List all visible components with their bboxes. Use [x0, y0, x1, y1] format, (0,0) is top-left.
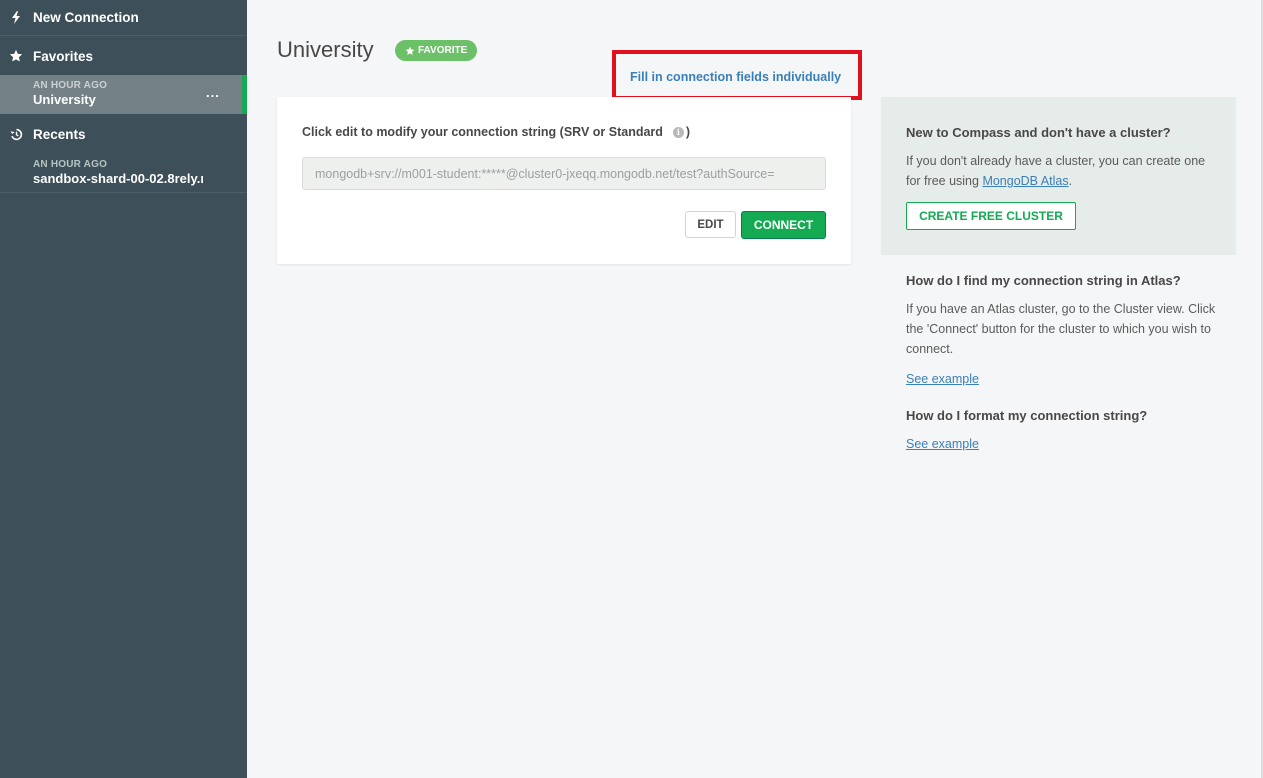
star-icon: [9, 49, 23, 63]
connection-string-label-text: Click edit to modify your connection str…: [302, 125, 663, 139]
recent-item-name: sandbox-shard-00-02.8rely.r: [33, 171, 203, 186]
edit-button[interactable]: EDIT: [685, 211, 736, 238]
new-cluster-panel: New to Compass and don't have a cluster?…: [881, 97, 1236, 255]
bolt-icon: [9, 11, 23, 25]
create-free-cluster-button[interactable]: CREATE FREE CLUSTER: [906, 202, 1076, 230]
find-example-wrap: See example: [906, 369, 1216, 389]
connection-string-label: Click edit to modify your connection str…: [302, 125, 690, 139]
find-heading: How do I find my connection string in At…: [906, 273, 1181, 288]
favorite-badge-label: FAVORITE: [418, 45, 468, 56]
format-heading: How do I format my connection string?: [906, 408, 1148, 423]
recents-header: Recents: [0, 114, 247, 154]
more-options-icon[interactable]: ...: [206, 85, 220, 100]
recent-item-time: AN HOUR AGO: [33, 159, 108, 170]
cluster-text-2: .: [1068, 174, 1073, 188]
new-connection-button[interactable]: New Connection: [0, 0, 247, 36]
format-see-example-link[interactable]: See example: [906, 437, 979, 451]
cluster-text: If you don't already have a cluster, you…: [906, 151, 1216, 191]
connection-string-input[interactable]: mongodb+srv://m001-student:*****@cluster…: [302, 157, 826, 190]
page-title: University: [277, 37, 374, 62]
find-text: If you have an Atlas cluster, go to the …: [906, 302, 1216, 356]
star-icon: [405, 46, 415, 55]
recents-label: Recents: [33, 126, 86, 142]
favorite-item-university[interactable]: AN HOUR AGO University ...: [0, 75, 247, 114]
sidebar: New Connection Favorites AN HOUR AGO Uni…: [0, 0, 247, 778]
format-example-wrap: See example: [906, 434, 1216, 454]
favorite-badge[interactable]: FAVORITE: [395, 40, 478, 61]
connection-string-label-close: ): [685, 125, 691, 139]
cluster-heading: New to Compass and don't have a cluster?: [906, 125, 1171, 140]
new-connection-label: New Connection: [33, 10, 139, 25]
recent-item[interactable]: AN HOUR AGO sandbox-shard-00-02.8rely.r: [0, 154, 247, 193]
connect-button[interactable]: CONNECT: [741, 211, 826, 239]
connection-card: Click edit to modify your connection str…: [277, 97, 851, 264]
find-see-example-link[interactable]: See example: [906, 372, 979, 386]
mongodb-atlas-link[interactable]: MongoDB Atlas: [982, 174, 1068, 188]
highlight-box: [612, 50, 862, 100]
history-icon: [9, 127, 23, 141]
favorites-label: Favorites: [33, 48, 94, 64]
favorite-item-name: University: [33, 92, 96, 107]
favorites-header: Favorites: [0, 37, 247, 75]
info-icon[interactable]: i: [672, 126, 684, 138]
